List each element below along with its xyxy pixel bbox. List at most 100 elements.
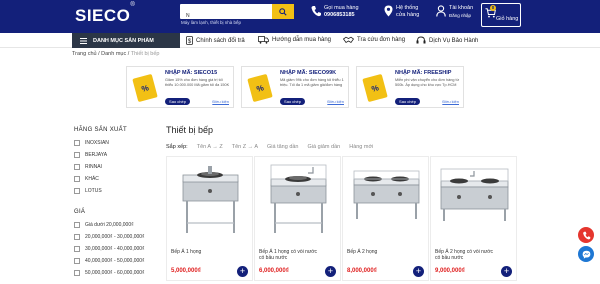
checkbox[interactable] bbox=[74, 222, 80, 228]
checkbox[interactable] bbox=[74, 140, 80, 146]
coupon-conditions-link[interactable]: Điều kiện bbox=[442, 99, 459, 104]
coupon-title: NHẬP MÃ: SIECO99K bbox=[280, 70, 337, 76]
coupon-title: NHẬP MÃ: SIECO15 bbox=[165, 70, 218, 76]
store-block[interactable]: Hệ thống cửa hàng bbox=[384, 5, 419, 19]
checkbox[interactable] bbox=[74, 246, 80, 252]
product-name[interactable]: Bếp Á 1 họng bbox=[171, 249, 235, 255]
coupon-desc: Miễn phí vận chuyển cho đơn hàng từ 500k… bbox=[395, 78, 460, 87]
ticket-icon: % bbox=[362, 74, 388, 102]
product-image[interactable] bbox=[437, 161, 512, 239]
coupon-card: % NHẬP MÃ: SIECO15 Giảm 15% cho đơn hàng… bbox=[126, 66, 234, 108]
checkbox[interactable] bbox=[74, 188, 80, 194]
product-card[interactable]: Bếp Á 1 họng 5,000,000₫ + bbox=[166, 156, 253, 281]
cart-button[interactable]: 0 Giỏ hàng bbox=[481, 3, 521, 27]
contact-block[interactable]: Gọi mua hàng 0906853185 bbox=[311, 5, 359, 19]
checkbox[interactable] bbox=[74, 234, 80, 240]
ticket-icon: % bbox=[132, 74, 158, 102]
hamburger-icon bbox=[80, 37, 87, 44]
coupon-conditions-link[interactable]: Điều kiện bbox=[327, 99, 344, 104]
product-card[interactable]: Bếp Á 2 họng 8,000,000₫ + bbox=[342, 156, 429, 281]
product-name[interactable]: Bếp Á 2 họng bbox=[347, 249, 411, 255]
nav-return-policy[interactable]: $ Chính sách đổi trả bbox=[186, 36, 245, 45]
product-card[interactable]: Bếp Á 2 họng có vòi nước có bầu nước 9,0… bbox=[430, 156, 517, 281]
price-filter-item[interactable]: 20,000,000₫ - 30,000,000₫ bbox=[74, 234, 145, 240]
coupon-copy-button[interactable]: Sao chép bbox=[165, 98, 190, 105]
price-filter-item[interactable]: 40,000,000₫ - 50,000,000₫ bbox=[74, 258, 145, 264]
nav-bar: DANH MỤC SẢN PHẨM $ Chính sách đổi trả H… bbox=[0, 33, 600, 48]
search-icon bbox=[279, 7, 287, 16]
checkbox[interactable] bbox=[74, 152, 80, 158]
headset-icon bbox=[416, 36, 426, 44]
product-image[interactable] bbox=[173, 161, 248, 239]
messenger-fab-button[interactable] bbox=[578, 246, 594, 262]
search-hint: Máy làm lạnh, thiết bị nhà bếp bbox=[181, 20, 242, 25]
plus-icon: + bbox=[415, 266, 422, 276]
coupon-desc: Mã giảm 99k cho đơn hàng tối thiểu 1 tri… bbox=[280, 78, 344, 87]
phone-icon bbox=[582, 231, 590, 239]
price-filter-item[interactable]: 50,000,000₫ - 60,000,000₫ bbox=[74, 270, 145, 276]
product-image[interactable] bbox=[349, 161, 424, 239]
coupon-desc: Giảm 15% cho đơn hàng giá trị tối thiểu … bbox=[165, 78, 230, 87]
plus-icon: + bbox=[239, 266, 246, 276]
checkbox[interactable] bbox=[74, 164, 80, 170]
phone-icon bbox=[311, 6, 321, 17]
price-filter-item[interactable]: 30,000,000₫ - 40,000,000₫ bbox=[74, 246, 145, 252]
checkbox[interactable] bbox=[74, 270, 80, 276]
location-pin-icon bbox=[384, 5, 393, 17]
product-name[interactable]: Bếp Á 1 họng có vòi nước có bầu nước bbox=[259, 249, 323, 261]
coupon-conditions-link[interactable]: Điều kiện bbox=[212, 99, 229, 104]
category-menu-button[interactable]: DANH MỤC SẢN PHẨM bbox=[72, 33, 180, 48]
sort-bar: Sắp xếp: Tên A → Z Tên Z → A Giá tăng dầ… bbox=[166, 144, 373, 150]
sort-price-desc[interactable]: Giá giảm dần bbox=[308, 144, 341, 150]
breadcrumb-current: Thiết bị bếp bbox=[130, 51, 160, 57]
search-box bbox=[180, 4, 294, 24]
product-image[interactable] bbox=[261, 161, 336, 239]
add-to-cart-button[interactable]: + bbox=[237, 266, 248, 277]
plus-icon: + bbox=[503, 266, 510, 276]
registered-mark: ® bbox=[130, 2, 136, 9]
breadcrumb-category[interactable]: Danh mục bbox=[101, 51, 126, 57]
price-filter-heading: GIÁ bbox=[74, 209, 86, 215]
handshake-icon bbox=[343, 36, 354, 44]
add-to-cart-button[interactable]: + bbox=[413, 266, 424, 277]
brand-filter-item[interactable]: INOXSIAN bbox=[74, 140, 109, 146]
product-name[interactable]: Bếp Á 2 họng có vòi nước có bầu nước bbox=[435, 249, 499, 261]
product-card[interactable]: Bếp Á 1 họng có vòi nước có bầu nước 6,0… bbox=[254, 156, 341, 281]
coupon-copy-button[interactable]: Sao chép bbox=[395, 98, 420, 105]
coupon-card: % NHẬP MÃ: FREESHIP Miễn phí vận chuyển … bbox=[356, 66, 464, 108]
brand-filter-item[interactable]: BERJAYA bbox=[74, 152, 107, 158]
coupon-title: NHẬP MÃ: FREESHIP bbox=[395, 70, 452, 76]
breadcrumb-home[interactable]: Trang chủ bbox=[72, 51, 97, 57]
sort-name-asc[interactable]: Tên A → Z bbox=[197, 144, 223, 150]
nav-order-lookup[interactable]: Tra cứu đơn hàng bbox=[343, 36, 405, 44]
sort-label: Sắp xếp: bbox=[166, 144, 188, 150]
coupon-copy-button[interactable]: Sao chép bbox=[280, 98, 305, 105]
add-to-cart-button[interactable]: + bbox=[325, 266, 336, 277]
header: SIECO® Máy làm lạnh, thiết bị nhà bếp Gọ… bbox=[0, 0, 600, 33]
page-title: Thiết bị bếp bbox=[166, 125, 214, 135]
product-price: 6,000,000₫ bbox=[259, 268, 289, 274]
brand-filter-item[interactable]: RINNAI bbox=[74, 164, 102, 170]
brand-filter-item[interactable]: LOTUS bbox=[74, 188, 102, 194]
cart-label: Giỏ hàng bbox=[496, 16, 519, 22]
truck-icon bbox=[258, 36, 269, 44]
nav-warranty-service[interactable]: Dịch Vụ Bảo Hành bbox=[416, 36, 478, 45]
search-button[interactable] bbox=[272, 4, 294, 19]
checkbox[interactable] bbox=[74, 176, 80, 182]
checkbox[interactable] bbox=[74, 258, 80, 264]
brand-filter-heading: HÃNG SẢN XUẤT bbox=[74, 127, 127, 133]
nav-buying-guide[interactable]: Hướng dẫn mua hàng bbox=[258, 36, 331, 44]
price-filter-item[interactable]: Giá dưới 20,000,000₫ bbox=[74, 222, 134, 228]
sort-name-desc[interactable]: Tên Z → A bbox=[232, 144, 258, 150]
sort-newest[interactable]: Hàng mới bbox=[349, 144, 373, 150]
cart-count-badge: 0 bbox=[490, 5, 496, 11]
sort-price-asc[interactable]: Giá tăng dần bbox=[267, 144, 299, 150]
logo[interactable]: SIECO® bbox=[75, 2, 135, 26]
svg-text:$: $ bbox=[188, 39, 192, 45]
call-fab-button[interactable] bbox=[578, 227, 594, 243]
product-price: 5,000,000₫ bbox=[171, 268, 201, 274]
dollar-icon: $ bbox=[186, 36, 193, 45]
brand-filter-item[interactable]: KHÁC bbox=[74, 176, 99, 182]
add-to-cart-button[interactable]: + bbox=[501, 266, 512, 277]
account-block[interactable]: Tài khoản Đăng nhập bbox=[436, 5, 473, 19]
